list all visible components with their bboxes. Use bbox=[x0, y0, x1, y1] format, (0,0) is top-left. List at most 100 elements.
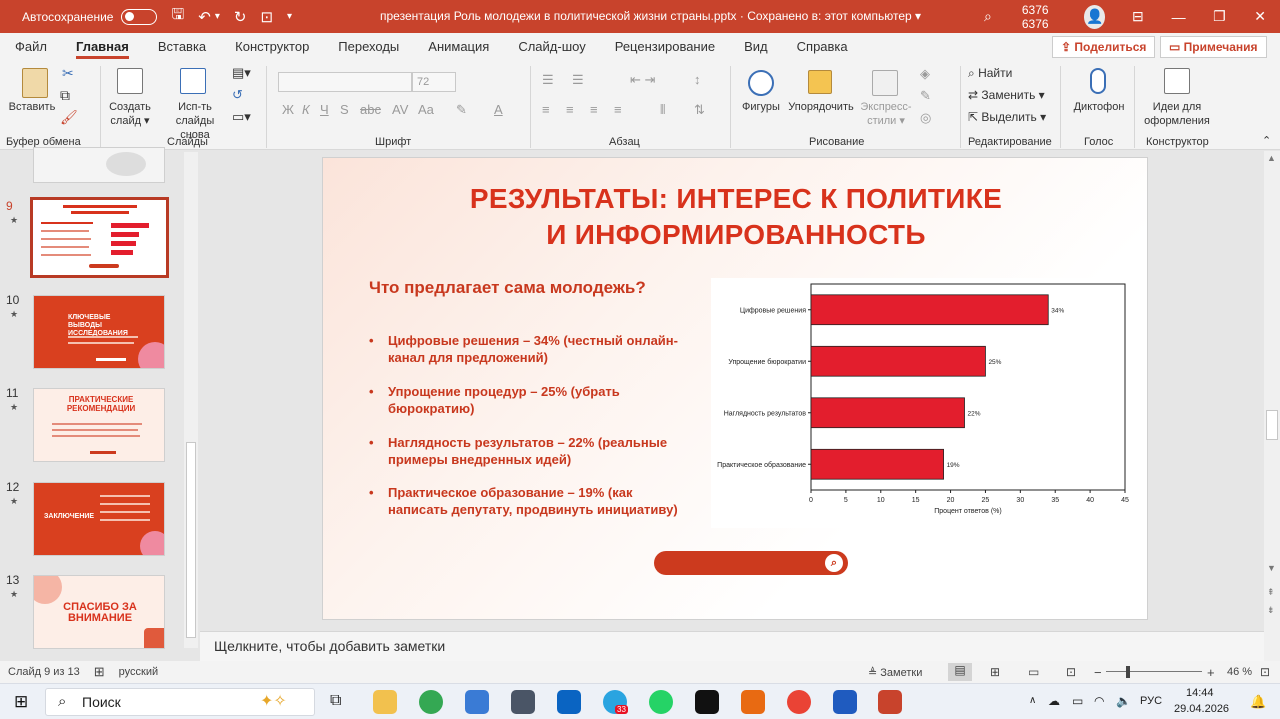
font-name-box[interactable] bbox=[278, 72, 412, 92]
sublime-icon[interactable] bbox=[741, 690, 765, 714]
word-icon[interactable] bbox=[833, 690, 857, 714]
slideshow-icon[interactable]: ⊡ bbox=[1066, 665, 1076, 679]
menu-animations[interactable]: Анимация bbox=[428, 39, 489, 54]
app-icon[interactable] bbox=[695, 690, 719, 714]
font-size-box[interactable]: 72 bbox=[412, 72, 456, 92]
bar-chart[interactable]: 0 5 10 15 20 25 30 35 40 45 Процент ответов (%) Циф… bbox=[711, 278, 1143, 528]
zoom-level[interactable]: 46 % bbox=[1227, 666, 1252, 678]
highlight-icon[interactable]: ✎ bbox=[456, 102, 467, 118]
columns-icon[interactable]: ⫴ bbox=[660, 102, 665, 118]
slide-thumbnail-12[interactable]: ЗАКЛЮЧЕНИЕ bbox=[33, 482, 165, 556]
network-icon[interactable]: ☁ bbox=[1048, 694, 1060, 708]
accessibility-icon[interactable]: ⊞ bbox=[94, 664, 105, 680]
clock-date[interactable]: 29.04.2026 bbox=[1174, 703, 1229, 715]
cut-icon[interactable]: ✂ bbox=[62, 66, 74, 80]
text-direction-icon[interactable]: ⇅ bbox=[694, 102, 705, 118]
input-language[interactable]: РУС bbox=[1140, 695, 1162, 707]
notes-toggle[interactable]: ≜ Заметки bbox=[868, 666, 922, 679]
align-right-icon[interactable]: ≡ bbox=[590, 102, 598, 117]
slide-thumbnail-8[interactable] bbox=[33, 147, 165, 183]
scroll-down-icon[interactable]: ▼ bbox=[1267, 563, 1276, 573]
underline-icon[interactable]: Ч bbox=[320, 102, 329, 117]
menu-review[interactable]: Рецензирование bbox=[615, 39, 715, 54]
powerpoint-icon[interactable] bbox=[878, 690, 902, 714]
arrange-icon[interactable] bbox=[808, 70, 832, 94]
fit-slide-icon[interactable]: ⊡ bbox=[1260, 665, 1270, 679]
ribbon-display-icon[interactable]: ⊟ bbox=[1117, 8, 1158, 25]
align-left-icon[interactable]: ≡ bbox=[542, 102, 550, 117]
designer-button[interactable]: Идеи для оформления bbox=[1142, 100, 1212, 128]
quick-styles-button[interactable]: Экспресс-стили ▾ bbox=[856, 100, 916, 128]
microphone-icon[interactable] bbox=[1090, 68, 1106, 94]
slide-scroll-thumb[interactable] bbox=[1266, 410, 1278, 440]
outline-icon[interactable]: ✎ bbox=[920, 88, 931, 104]
volume-icon[interactable]: 🔈 bbox=[1116, 694, 1131, 708]
present-icon[interactable]: ⊡ bbox=[260, 8, 273, 26]
reset-icon[interactable]: ↺ bbox=[232, 88, 243, 102]
zoom-slider-thumb[interactable] bbox=[1126, 666, 1130, 678]
paste-button[interactable]: Вставить bbox=[6, 100, 58, 114]
menu-file[interactable]: Файл bbox=[15, 39, 47, 54]
italic-icon[interactable]: К bbox=[302, 102, 310, 117]
prev-slide-icon[interactable]: ⇞ bbox=[1267, 587, 1275, 598]
notes-pane[interactable]: Щелкните, чтобы добавить заметки bbox=[200, 631, 1264, 661]
slide-title-line1[interactable]: РЕЗУЛЬТАТЫ: ИНТЕРЕС К ПОЛИТИКЕ bbox=[323, 182, 1149, 216]
justify-icon[interactable]: ≡ bbox=[614, 102, 622, 117]
dictate-button[interactable]: Диктофон bbox=[1068, 100, 1130, 114]
sorter-view-icon[interactable]: ⊞ bbox=[990, 665, 1000, 679]
select-button[interactable]: ⇱ Выделить ▾ bbox=[968, 110, 1046, 124]
arrange-button[interactable]: Упорядочить bbox=[786, 100, 856, 114]
reading-view-icon[interactable]: ▭ bbox=[1028, 665, 1039, 679]
user-name[interactable]: 6376 6376 bbox=[1022, 3, 1072, 31]
maximize-button[interactable]: ❐ bbox=[1199, 8, 1240, 25]
file-explorer-icon[interactable] bbox=[373, 690, 397, 714]
battery-icon[interactable]: ▭ bbox=[1072, 694, 1083, 708]
slide-canvas[interactable]: РЕЗУЛЬТАТЫ: ИНТЕРЕС К ПОЛИТИКЕ И ИНФОРМИ… bbox=[322, 157, 1148, 620]
avatar[interactable]: 👤 bbox=[1084, 4, 1106, 29]
zoom-out-icon[interactable]: − bbox=[1094, 665, 1102, 680]
document-title[interactable]: презентация Роль молодежи в политической… bbox=[380, 9, 921, 23]
wifi-icon[interactable]: ◠ bbox=[1094, 694, 1104, 708]
slide-thumbnail-10[interactable]: КЛЮЧЕВЫЕ ВЫВОДЫ ИССЛЕДОВАНИЯ bbox=[33, 295, 165, 369]
comments-button[interactable]: ▭ Примечания bbox=[1160, 36, 1267, 58]
copy-icon[interactable]: ⧉ bbox=[60, 88, 70, 102]
menu-help[interactable]: Справка bbox=[797, 39, 848, 54]
slide-thumbnail-13[interactable]: СПАСИБО ЗА ВНИМАНИЕ bbox=[33, 575, 165, 649]
line-spacing-icon[interactable]: ↕ bbox=[694, 72, 701, 87]
notifications-icon[interactable]: 🔔 bbox=[1250, 694, 1266, 710]
whatsapp-icon[interactable] bbox=[649, 690, 673, 714]
shadow-icon[interactable]: S bbox=[340, 102, 349, 117]
new-slide-button[interactable]: Создать слайд ▾ bbox=[104, 100, 156, 128]
slide-title-line2[interactable]: И ИНФОРМИРОВАННОСТЬ bbox=[323, 218, 1149, 252]
paste-icon[interactable] bbox=[22, 68, 48, 98]
close-button[interactable]: ✕ bbox=[1240, 8, 1280, 25]
save-icon[interactable]: 🖫 bbox=[171, 4, 184, 29]
shapes-icon[interactable] bbox=[748, 70, 774, 96]
menu-view[interactable]: Вид bbox=[744, 39, 768, 54]
font-color-icon[interactable]: A bbox=[494, 102, 503, 117]
redo-icon[interactable]: ↻ bbox=[234, 8, 247, 26]
menu-design[interactable]: Конструктор bbox=[235, 39, 309, 54]
slide-scrollbar[interactable]: ▲ ▼ ⇞ ⇟ bbox=[1264, 151, 1280, 661]
tray-chevron-icon[interactable]: ∧ bbox=[1029, 695, 1036, 706]
zoom-in-icon[interactable]: + bbox=[1207, 665, 1215, 680]
find-button[interactable]: ⌕ Найти bbox=[968, 66, 1012, 80]
indent-icon[interactable]: ⇤ ⇥ bbox=[630, 72, 655, 88]
scroll-up-icon[interactable]: ▲ bbox=[1267, 153, 1276, 163]
share-button[interactable]: ⇪ Поделиться bbox=[1052, 36, 1156, 58]
menu-home[interactable]: Главная bbox=[75, 39, 129, 59]
chrome-icon[interactable] bbox=[419, 690, 443, 714]
collapse-ribbon-icon[interactable]: ⌃ bbox=[1262, 134, 1271, 148]
search-icon[interactable]: ⌕ bbox=[984, 8, 992, 25]
calculator-icon[interactable] bbox=[465, 690, 489, 714]
normal-view-icon[interactable]: ▤ bbox=[948, 663, 972, 681]
quick-styles-icon[interactable] bbox=[872, 70, 898, 96]
zoom-slider[interactable] bbox=[1106, 671, 1202, 672]
spacing-icon[interactable]: AV bbox=[392, 102, 408, 117]
windows-start-icon[interactable]: ⊞ bbox=[14, 692, 28, 712]
taskbar-search[interactable]: ⌕ Поиск ✦✧ bbox=[45, 688, 315, 716]
effects-icon[interactable]: ◎ bbox=[920, 110, 931, 126]
outlook-icon[interactable] bbox=[557, 690, 581, 714]
undo-dropdown-icon[interactable]: ▾ bbox=[215, 11, 220, 22]
strike-icon[interactable]: abc bbox=[360, 102, 381, 117]
